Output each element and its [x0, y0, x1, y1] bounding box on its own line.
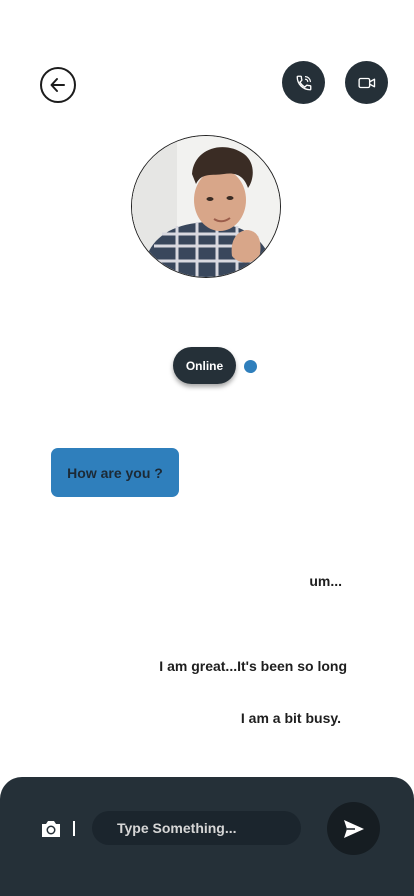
send-button[interactable]: [327, 802, 380, 855]
message-input[interactable]: [92, 811, 301, 845]
video-call-button[interactable]: [345, 61, 388, 104]
phone-call-icon: [296, 75, 311, 90]
online-indicator-dot: [244, 360, 257, 373]
outgoing-message: I am great...It's been so long: [159, 658, 347, 674]
composer-divider: [73, 821, 75, 836]
outgoing-message: I am a bit busy.: [240, 710, 341, 726]
video-camera-icon: [357, 77, 375, 88]
online-status-badge: Online: [173, 347, 236, 384]
voice-call-button[interactable]: [282, 61, 325, 104]
camera-icon: [42, 821, 60, 837]
incoming-message-bubble: How are you ?: [51, 448, 179, 497]
send-icon: [343, 819, 364, 838]
outgoing-message: um...: [309, 573, 342, 589]
camera-button[interactable]: [40, 819, 62, 839]
back-button[interactable]: [40, 67, 76, 103]
arrow-left-icon: [50, 78, 65, 92]
message-composer: [0, 777, 414, 896]
contact-avatar: [131, 135, 281, 278]
